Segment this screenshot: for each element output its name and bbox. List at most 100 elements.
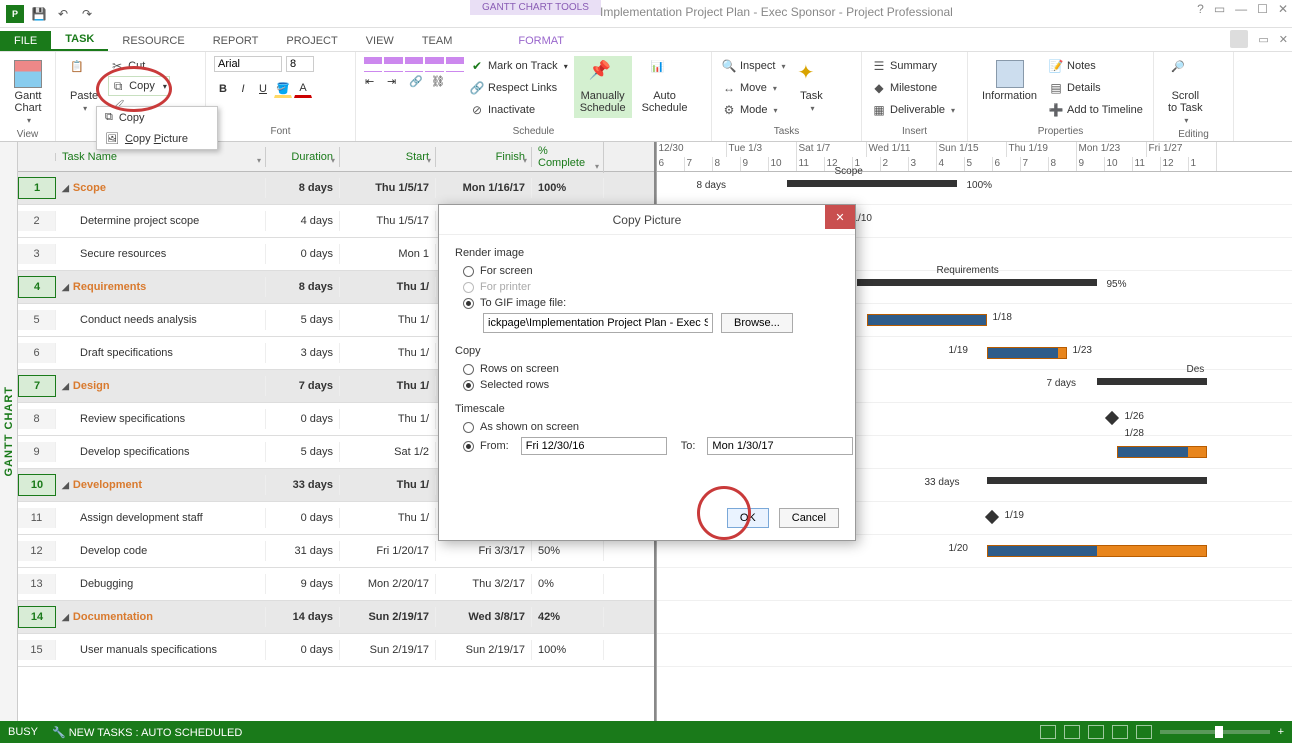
tab-task[interactable]: TASK [51,29,108,51]
move-button[interactable]: ↔Move [720,78,787,98]
mode-button[interactable]: ⚙Mode [720,100,787,120]
view-resource-icon[interactable] [1136,725,1152,739]
inspect-button[interactable]: 🔍Inspect [720,56,787,76]
col-indicator[interactable] [18,153,56,161]
progress-0-button[interactable] [364,56,382,72]
summary-bar-requirements[interactable] [857,279,1097,286]
progress-75-button[interactable] [425,56,443,72]
ok-button[interactable]: OK [727,508,769,528]
bar-label: 100% [967,180,993,191]
browse-button[interactable]: Browse... [721,313,793,333]
table-row[interactable]: 14◢Documentation14 daysSun 2/19/17Wed 3/… [18,601,654,634]
auto-schedule-button[interactable]: 📊 Auto Schedule [636,56,694,118]
milestone-marker[interactable] [984,510,998,524]
outdent-button[interactable]: ⇤ [364,74,384,90]
tab-project[interactable]: PROJECT [272,31,351,51]
tab-team[interactable]: TEAM [408,31,467,51]
table-row[interactable]: 13Debugging9 daysMon 2/20/17Thu 3/2/170% [18,568,654,601]
deliverable-button[interactable]: ▦Deliverable [870,100,957,120]
col-start[interactable]: Start▾ [340,147,436,167]
radio-for-screen[interactable]: For screen [463,265,839,277]
font-color-button[interactable]: A [294,80,312,98]
ribbon-collapse-icon[interactable]: ▭ [1214,2,1225,16]
close-icon[interactable]: ✕ [1278,2,1288,16]
gif-path-input[interactable] [483,313,713,333]
mdi-restore-icon[interactable]: ▭ [1258,33,1268,46]
add-timeline-button[interactable]: ➕Add to Timeline [1047,100,1145,120]
table-row[interactable]: 15User manuals specifications0 daysSun 2… [18,634,654,667]
task-bar[interactable] [987,545,1207,557]
inactivate-button[interactable]: ⊘Inactivate [468,100,570,120]
milestone-button[interactable]: ◆Milestone [870,78,957,98]
milestone-marker[interactable] [1104,411,1118,425]
bold-button[interactable]: B [214,80,232,98]
radio-selected-rows[interactable]: Selected rows [463,379,839,391]
status-newtasks[interactable]: 🔧 NEW TASKS : AUTO SCHEDULED [52,726,242,739]
view-usage-icon[interactable] [1064,725,1080,739]
view-strip[interactable]: GANTT CHART [0,142,18,721]
information-button[interactable]: Information [976,56,1043,106]
cancel-button[interactable]: Cancel [779,508,839,528]
manually-schedule-button[interactable]: 📌 Manually Schedule [574,56,632,118]
copy-button[interactable]: ⧉Copy▾ [108,76,170,96]
maximize-icon[interactable]: ☐ [1257,2,1268,16]
undo-icon[interactable]: ↶ [54,5,72,23]
task-button[interactable]: ✦ Task [791,56,831,117]
col-finish[interactable]: Finish▾ [436,147,532,167]
link-button[interactable]: 🔗 [408,74,428,90]
table-row[interactable]: 1◢Scope8 daysThu 1/5/17Mon 1/16/17100% [18,172,654,205]
details-button[interactable]: ▤Details [1047,78,1145,98]
progress-50-button[interactable] [405,56,423,72]
tab-file[interactable]: FILE [0,31,51,51]
gantt-chart-button[interactable]: Gantt Chart [8,56,48,129]
indent-button[interactable]: ⇥ [386,74,406,90]
italic-button[interactable]: I [234,80,252,98]
menu-copy[interactable]: ⧉Copy [97,107,217,128]
radio-as-shown[interactable]: As shown on screen [463,421,839,433]
radio-to-gif[interactable]: To GIF image file: [463,297,839,309]
mark-on-track-button[interactable]: ✔Mark on Track▾ [468,56,570,76]
task-bar[interactable] [987,347,1067,359]
task-bar[interactable] [1117,446,1207,458]
summary-bar-scope[interactable] [787,180,957,187]
tab-report[interactable]: REPORT [199,31,273,51]
radio-from-to[interactable]: From: To: [463,437,839,455]
cut-button[interactable]: ✂Cut [108,56,170,76]
font-name-input[interactable] [214,56,282,72]
progress-100-button[interactable] [446,56,464,72]
tab-format[interactable]: FORMAT [504,31,578,51]
view-network-icon[interactable] [1088,725,1104,739]
view-calendar-icon[interactable] [1112,725,1128,739]
dialog-close-button[interactable]: ✕ [825,205,855,229]
progress-25-button[interactable] [384,56,402,72]
summary-bar-design[interactable] [1097,378,1207,385]
task-bar[interactable] [867,314,987,326]
timescale-section-label: Timescale [455,403,839,415]
bg-color-button[interactable]: 🪣 [274,80,292,98]
date-to-input[interactable] [707,437,853,455]
save-icon[interactable]: 💾 [30,5,48,23]
summary-bar-development[interactable] [987,477,1207,484]
col-pct-complete[interactable]: % Complete▾ [532,142,604,173]
scroll-to-task-button[interactable]: 🔎 Scroll to Task [1162,56,1209,129]
col-duration[interactable]: Duration▾ [266,147,340,167]
user-icon[interactable] [1230,30,1248,48]
font-size-input[interactable] [286,56,314,72]
date-from-input[interactable] [521,437,667,455]
view-gantt-icon[interactable] [1040,725,1056,739]
mdi-close-icon[interactable]: ✕ [1279,33,1288,46]
tab-resource[interactable]: RESOURCE [108,31,198,51]
minimize-icon[interactable]: — [1235,2,1247,16]
menu-copy-picture[interactable]: 🖼Copy Picture [97,128,217,149]
underline-button[interactable]: U [254,80,272,98]
zoom-slider[interactable] [1160,730,1270,734]
respect-links-button[interactable]: 🔗Respect Links [468,78,570,98]
notes-button[interactable]: 📝Notes [1047,56,1145,76]
radio-rows-on-screen[interactable]: Rows on screen [463,363,839,375]
zoom-in-icon[interactable]: + [1278,726,1284,738]
redo-icon[interactable]: ↷ [78,5,96,23]
tab-view[interactable]: VIEW [352,31,408,51]
help-icon[interactable]: ? [1197,2,1204,16]
unlink-button[interactable]: ⛓ [430,74,450,90]
summary-button[interactable]: ☰Summary [870,56,957,76]
